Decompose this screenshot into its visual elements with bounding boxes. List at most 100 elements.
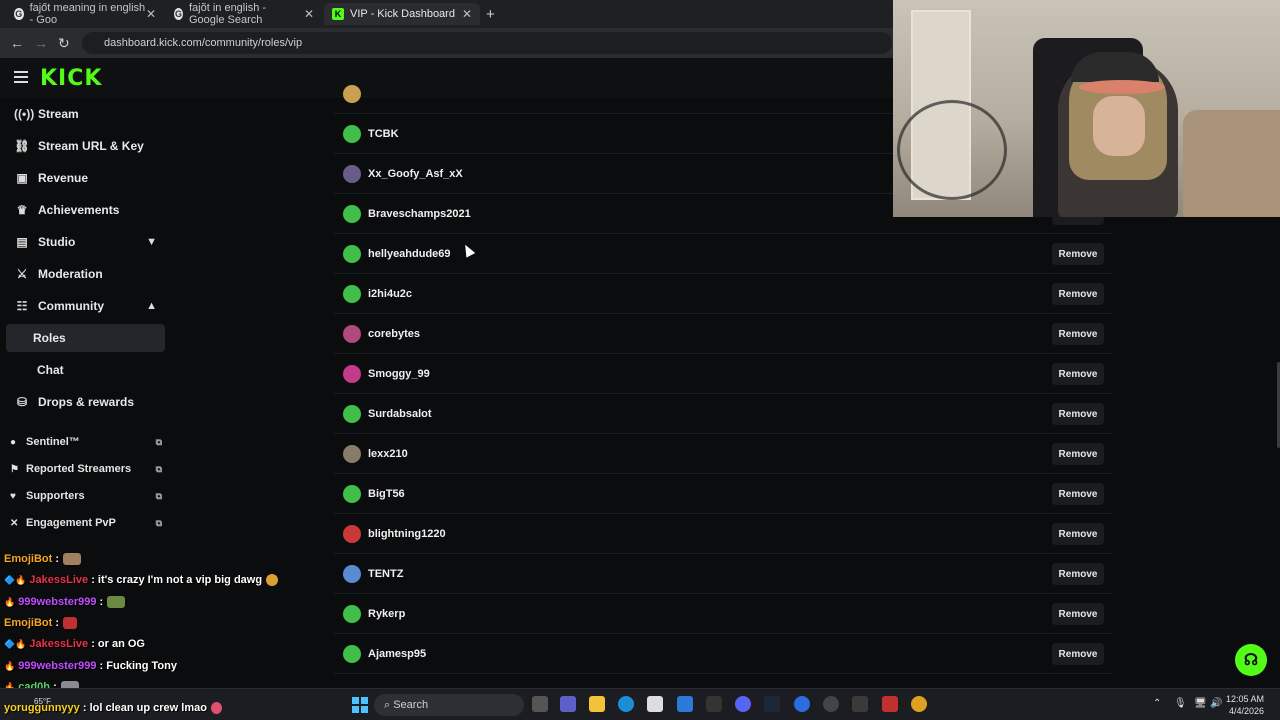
search-label: Search — [393, 699, 429, 711]
vip-username[interactable]: TENTZ — [368, 568, 403, 580]
remove-button[interactable]: Remove — [1052, 443, 1104, 465]
vip-username[interactable]: lexx210 — [368, 448, 408, 460]
vip-username[interactable]: Smoggy_99 — [368, 368, 430, 380]
sidebar-item-studio[interactable]: ▤ Studio ▼ — [10, 228, 165, 256]
avatar — [343, 604, 361, 623]
clock[interactable]: 12:05 AM 4/4/2026 — [1226, 693, 1264, 717]
chat-message: it's crazy I'm not a vip big dawg — [97, 574, 263, 586]
vip-username[interactable]: Surdabsalot — [368, 408, 432, 420]
sidebar-item-revenue[interactable]: ▣ Revenue — [10, 164, 165, 192]
table-row: hellyeahdude69 Remove — [334, 234, 1112, 274]
sidebar-item-label: Chat — [37, 363, 64, 377]
remove-button[interactable]: Remove — [1052, 523, 1104, 545]
sidebar-item-achievements[interactable]: ♛ Achievements — [10, 196, 165, 224]
remove-button[interactable]: Remove — [1052, 363, 1104, 385]
windows-start-icon[interactable] — [352, 697, 368, 713]
forward-icon[interactable]: → — [34, 35, 48, 51]
browser-tab-2[interactable]: G fajõt in english - Google Search ✕ — [166, 2, 322, 26]
sidebar-ext-supporters[interactable]: ♥ Supporters ⧉ — [10, 486, 162, 506]
sword-icon: ⚔ — [16, 267, 28, 281]
remove-button[interactable]: Remove — [1052, 243, 1104, 265]
close-icon[interactable]: ✕ — [146, 7, 156, 21]
clock-date: 4/4/2026 — [1228, 706, 1265, 716]
reload-icon[interactable]: ↻ — [58, 35, 70, 52]
sidebar-item-moderation[interactable]: ⚔ Moderation — [10, 260, 165, 288]
volume-icon[interactable]: 🔊 — [1210, 698, 1222, 709]
vip-username[interactable]: blightning1220 — [368, 528, 446, 540]
taskbar-search[interactable]: ⌕ Search — [374, 694, 524, 716]
sidebar-item-stream[interactable]: ((•)) Stream — [10, 100, 165, 128]
vip-username[interactable]: Braveschamps2021 — [368, 208, 471, 220]
remove-button[interactable]: Remove — [1052, 483, 1104, 505]
chevron-down-icon[interactable]: ▼ — [146, 236, 157, 248]
microphone-icon[interactable]: 🎙 — [1174, 698, 1187, 709]
edge-icon[interactable] — [618, 696, 634, 712]
app-icon[interactable] — [882, 696, 898, 712]
url-field[interactable]: dashboard.kick.com/community/roles/vip — [82, 32, 892, 54]
sidebar-ext-engagement-pvp[interactable]: ✕ Engagement PvP ⧉ — [10, 513, 162, 533]
support-chat-button[interactable]: ☊ — [1235, 644, 1267, 676]
sidebar-ext-sentinel[interactable]: ● Sentinel™ ⧉ — [10, 432, 162, 452]
back-icon[interactable]: ← — [10, 35, 24, 51]
search-icon: ⌕ — [384, 698, 394, 711]
table-row: Surdabsalot Remove — [334, 394, 1112, 434]
discord-icon[interactable] — [735, 696, 751, 712]
network-icon[interactable]: 🖥 — [1194, 698, 1207, 709]
sidebar-item-label: Roles — [33, 331, 66, 345]
flag-icon: ⚑ — [10, 463, 19, 475]
teams-icon[interactable] — [560, 696, 576, 712]
vip-username[interactable]: corebytes — [368, 328, 420, 340]
vip-username[interactable]: TCBK — [368, 128, 399, 140]
kick-logo[interactable]: KICK — [40, 66, 102, 91]
menu-icon[interactable] — [14, 71, 28, 83]
chrome-icon[interactable] — [911, 696, 927, 712]
kick-icon: K — [332, 8, 344, 20]
remove-button[interactable]: Remove — [1052, 403, 1104, 425]
browser-tab-1[interactable]: G fajőt meaning in english - Goo ✕ — [6, 2, 164, 26]
store-icon[interactable] — [677, 696, 693, 712]
sidebar-ext-reported-streamers[interactable]: ⚑ Reported Streamers ⧉ — [10, 459, 162, 479]
webcam-face — [1093, 96, 1145, 156]
studio-icon: ▤ — [16, 235, 28, 249]
webcam-cap-brim — [1079, 80, 1165, 94]
chat-line: 🔥 999webster999 : Fucking Tony — [4, 660, 177, 672]
sidebar-item-community[interactable]: ☷ Community ▲ — [10, 292, 165, 320]
badge-icon: 🔥 — [4, 660, 16, 671]
vip-username[interactable]: Rykerp — [368, 608, 405, 620]
app-icon[interactable] — [706, 696, 722, 712]
steam-icon[interactable] — [764, 696, 780, 712]
sidebar-item-chat[interactable]: Chat — [10, 356, 165, 384]
app-icon[interactable] — [794, 696, 810, 712]
file-explorer-icon[interactable] — [589, 696, 605, 712]
notepad-icon[interactable] — [647, 696, 663, 712]
chat-line: 🔷🔥 JakessLive : or an OG — [4, 638, 145, 650]
app-icon[interactable] — [852, 696, 868, 712]
sidebar-item-roles[interactable]: Roles — [6, 324, 165, 352]
headset-icon: ☊ — [1243, 652, 1259, 669]
remove-button[interactable]: Remove — [1052, 643, 1104, 665]
sidebar-item-stream-url-key[interactable]: ⛓ Stream URL & Key — [10, 132, 165, 160]
avatar — [343, 164, 361, 183]
remove-button[interactable]: Remove — [1052, 323, 1104, 345]
chevron-up-icon[interactable]: ▲ — [146, 300, 157, 312]
task-view-icon[interactable] — [532, 696, 548, 712]
remove-button[interactable]: Remove — [1052, 283, 1104, 305]
sidebar-item-label: Revenue — [38, 171, 89, 185]
obs-icon[interactable] — [823, 696, 839, 712]
vip-username[interactable]: Ajamesp95 — [368, 648, 426, 660]
new-tab-icon[interactable]: + — [486, 6, 495, 23]
vip-username[interactable]: BigT56 — [368, 488, 405, 500]
sidebar-item-drops-rewards[interactable]: ⛁ Drops & rewards — [10, 388, 165, 416]
vip-username[interactable]: i2hi4u2c — [368, 288, 412, 300]
remove-button[interactable]: Remove — [1052, 563, 1104, 585]
tab-title: fajőt meaning in english - Goo — [29, 2, 146, 26]
remove-button[interactable]: Remove — [1052, 603, 1104, 625]
close-icon[interactable]: ✕ — [304, 7, 314, 21]
close-icon[interactable]: ✕ — [462, 7, 472, 21]
browser-tab-3[interactable]: K VIP - Kick Dashboard ✕ — [324, 3, 480, 25]
chat-separator: : — [96, 660, 107, 672]
vip-username[interactable]: hellyeahdude69 — [368, 248, 451, 260]
vip-username[interactable]: Xx_Goofy_Asf_xX — [368, 168, 463, 180]
chevron-up-icon[interactable]: ⌃ — [1153, 698, 1161, 709]
crossed-swords-icon: ✕ — [10, 517, 19, 529]
